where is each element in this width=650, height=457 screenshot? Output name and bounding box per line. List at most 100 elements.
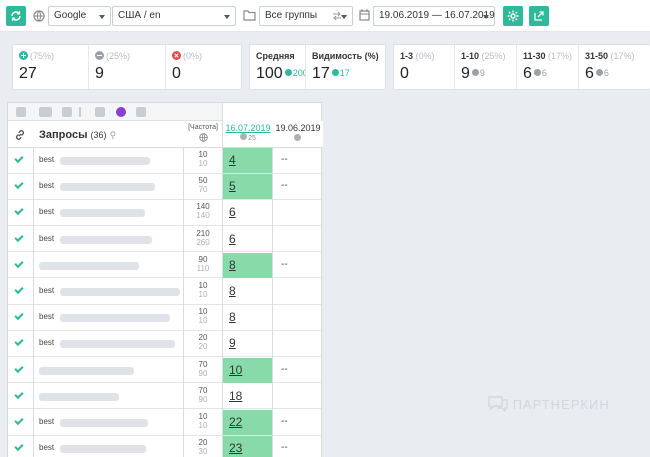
- check-icon[interactable]: [14, 153, 24, 164]
- frequency-cell: 140 140: [184, 202, 222, 220]
- position-cell[interactable]: 10: [223, 357, 273, 383]
- previous-position-cell: [273, 200, 323, 225]
- check-icon[interactable]: [14, 415, 24, 426]
- redacted-text: [60, 288, 180, 296]
- position-value[interactable]: 4: [229, 153, 236, 167]
- up-icon: [331, 69, 339, 76]
- position-value[interactable]: 6: [229, 205, 236, 219]
- sort-icon[interactable]: [16, 107, 26, 117]
- frequency-secondary: 30: [198, 447, 208, 457]
- stat-range-1-10[interactable]: 1-10 (25%) 99: [455, 45, 517, 89]
- check-icon[interactable]: [14, 442, 24, 452]
- range-31-50-value: 6: [585, 65, 594, 82]
- stat-down[interactable]: (0%) 0: [166, 45, 242, 89]
- position-value[interactable]: 10: [229, 363, 242, 377]
- table-row[interactable]: best 50 70 5 --: [8, 174, 323, 200]
- watermark-text: ПАРТНЕРКИН: [512, 397, 610, 412]
- table-row[interactable]: best 20 30 23 --: [8, 436, 323, 457]
- previous-position-cell: --: [273, 148, 323, 173]
- toggle-icon[interactable]: [39, 107, 52, 117]
- watermark: ПАРТНЕРКИН: [488, 396, 610, 413]
- previous-position-cell: [273, 305, 323, 330]
- position-value[interactable]: 8: [229, 284, 236, 298]
- link-icon[interactable]: [62, 107, 72, 117]
- position-cell[interactable]: 6: [223, 200, 273, 225]
- stat-visibility[interactable]: Видимость (%) 17 17: [306, 45, 386, 89]
- check-icon[interactable]: [14, 363, 24, 373]
- position-cell[interactable]: 8: [223, 305, 273, 330]
- position-cell[interactable]: 8: [223, 279, 273, 304]
- position-value[interactable]: 23: [229, 441, 242, 455]
- position-cell[interactable]: 5: [223, 174, 273, 200]
- link-icon[interactable]: [14, 129, 26, 141]
- groups-select[interactable]: Все группы: [259, 6, 353, 26]
- contrast-icon[interactable]: [116, 107, 126, 117]
- check-icon[interactable]: [14, 284, 24, 295]
- position-cell[interactable]: 18: [223, 384, 273, 409]
- table-row[interactable]: best 10 10 22 --: [8, 410, 323, 436]
- frequency-secondary: 10: [198, 290, 208, 299]
- table-row[interactable]: 90 110 8 --: [8, 252, 323, 279]
- date-range-select[interactable]: 19.06.2019 — 16.07.2019: [373, 6, 495, 26]
- redacted-text: [60, 209, 145, 218]
- table-row[interactable]: best 20 20 9: [8, 331, 323, 357]
- position-cell[interactable]: 8: [223, 252, 273, 278]
- check-icon[interactable]: [14, 206, 24, 216]
- position-value[interactable]: 8: [229, 310, 236, 324]
- check-icon[interactable]: [14, 311, 24, 321]
- position-cell[interactable]: 23: [223, 436, 273, 457]
- stat-up[interactable]: (75%) 27: [13, 45, 89, 89]
- search-icon[interactable]: ⚲: [110, 130, 117, 140]
- position-value[interactable]: 9: [229, 336, 236, 350]
- position-value[interactable]: 8: [229, 258, 236, 272]
- stat-range-1-3[interactable]: 1-3 (0%) 0: [394, 45, 455, 89]
- check-icon[interactable]: [14, 232, 24, 242]
- position-cell[interactable]: 9: [223, 331, 273, 356]
- redacted-text: [60, 157, 150, 165]
- copy-icon[interactable]: [136, 107, 146, 117]
- date-current-header[interactable]: 16.07.2019 25: [223, 123, 273, 142]
- check-icon[interactable]: [14, 389, 24, 399]
- image-icon[interactable]: [95, 107, 105, 117]
- divider: [33, 148, 34, 457]
- unchanged-icon: [595, 69, 603, 76]
- table-row[interactable]: best 140 140 6: [8, 200, 323, 226]
- refresh-button[interactable]: [6, 6, 26, 26]
- position-cell[interactable]: 22: [223, 410, 273, 435]
- position-cell[interactable]: 6: [223, 227, 273, 252]
- queries-count: (36): [90, 130, 107, 140]
- position-value[interactable]: 5: [229, 179, 236, 193]
- unchanged-icon: [471, 69, 479, 76]
- range-1-3-pct: (0%): [415, 51, 435, 61]
- up-icon: [19, 51, 28, 60]
- table-row[interactable]: 70 90 10 --: [8, 357, 323, 384]
- settings-button[interactable]: [503, 6, 523, 26]
- table-row[interactable]: best 10 10 8: [8, 305, 323, 331]
- stat-range-11-30[interactable]: 11-30 (17%) 66: [517, 45, 579, 89]
- frequency-secondary: 260: [196, 237, 210, 247]
- check-icon[interactable]: [14, 337, 24, 347]
- frequency-header[interactable]: [Частота]: [184, 124, 222, 144]
- position-value[interactable]: 6: [229, 232, 236, 246]
- position-cell[interactable]: 4: [223, 148, 273, 173]
- region-select[interactable]: США / en: [112, 6, 236, 26]
- stat-same[interactable]: (25%) 9: [89, 45, 166, 89]
- table-row[interactable]: best 10 10 8: [8, 279, 323, 305]
- separator: [79, 107, 81, 117]
- redacted-text: [60, 340, 175, 349]
- search-engine-select[interactable]: Google: [48, 6, 111, 26]
- queries-header[interactable]: Запросы (36) ⚲: [39, 129, 116, 141]
- frequency-value: 20: [198, 333, 208, 343]
- check-icon[interactable]: [14, 180, 24, 190]
- table-row[interactable]: 70 90 18: [8, 384, 323, 410]
- date-prev-header[interactable]: 19.06.2019: [273, 123, 323, 143]
- stat-average[interactable]: Средняя 100 200: [250, 45, 306, 89]
- check-icon[interactable]: [14, 258, 24, 268]
- table-row[interactable]: best 210 260 6: [8, 227, 323, 253]
- export-button[interactable]: [529, 6, 549, 26]
- calendar-icon: [359, 9, 370, 21]
- position-value[interactable]: 18: [229, 389, 242, 403]
- table-row[interactable]: best 10 10 4 --: [8, 148, 323, 174]
- position-value[interactable]: 22: [229, 415, 242, 429]
- stat-range-31-50[interactable]: 31-50 (17%) 66: [579, 45, 650, 89]
